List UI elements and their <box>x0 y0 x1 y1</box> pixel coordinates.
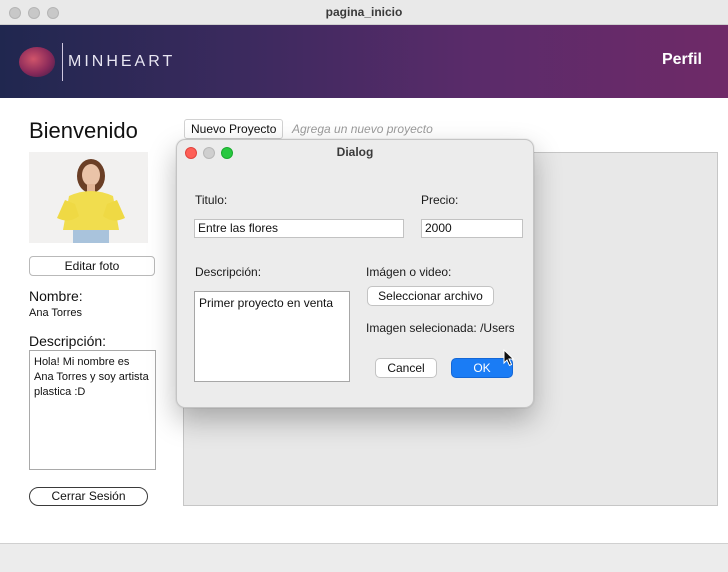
dialog-title: Dialog <box>336 145 374 159</box>
profile-photo <box>29 152 148 243</box>
price-field-label: Precio: <box>421 193 459 207</box>
status-bar <box>0 543 728 572</box>
logo-mark-icon <box>19 47 55 77</box>
edit-photo-button[interactable]: Editar foto <box>29 256 155 276</box>
new-project-dialog: Dialog Titulo: Entre las flores Precio: … <box>176 139 534 408</box>
brand-name: MINHEART <box>68 53 176 70</box>
logout-button[interactable]: Cerrar Sesión <box>29 487 148 506</box>
name-value: Ana Torres <box>29 307 82 319</box>
window-titlebar: pagina_inicio <box>0 0 728 25</box>
pointer-cursor-icon <box>503 349 515 367</box>
cancel-button[interactable]: Cancel <box>375 358 437 378</box>
welcome-heading: Bienvenido <box>29 118 138 143</box>
profile-link[interactable]: Perfil <box>662 51 702 69</box>
selected-image-path: Imagen selecionada: /Users <box>366 321 514 335</box>
profile-photo-image <box>29 152 148 243</box>
title-field-label: Titulo: <box>195 193 228 207</box>
dialog-description-textarea[interactable]: Primer proyecto en venta <box>194 291 350 382</box>
name-label: Nombre: <box>29 288 83 304</box>
logo-divider <box>62 43 63 81</box>
new-project-button[interactable]: Nuevo Proyecto <box>184 119 284 139</box>
title-input[interactable]: Entre las flores <box>194 219 404 238</box>
dialog-description-label: Descripción: <box>195 265 262 279</box>
price-input[interactable]: 2000 <box>421 219 523 238</box>
window-title: pagina_inicio <box>325 5 403 19</box>
new-project-hint: Agrega un nuevo proyecto <box>292 122 433 136</box>
description-textbox[interactable]: Hola! Mi nombre es Ana Torres y soy arti… <box>29 350 156 470</box>
select-file-button[interactable]: Seleccionar archivo <box>367 286 494 306</box>
description-label: Descripción: <box>29 333 107 349</box>
app-header: MINHEART Perfil <box>0 25 728 98</box>
media-label: Imágen o video: <box>366 265 452 279</box>
